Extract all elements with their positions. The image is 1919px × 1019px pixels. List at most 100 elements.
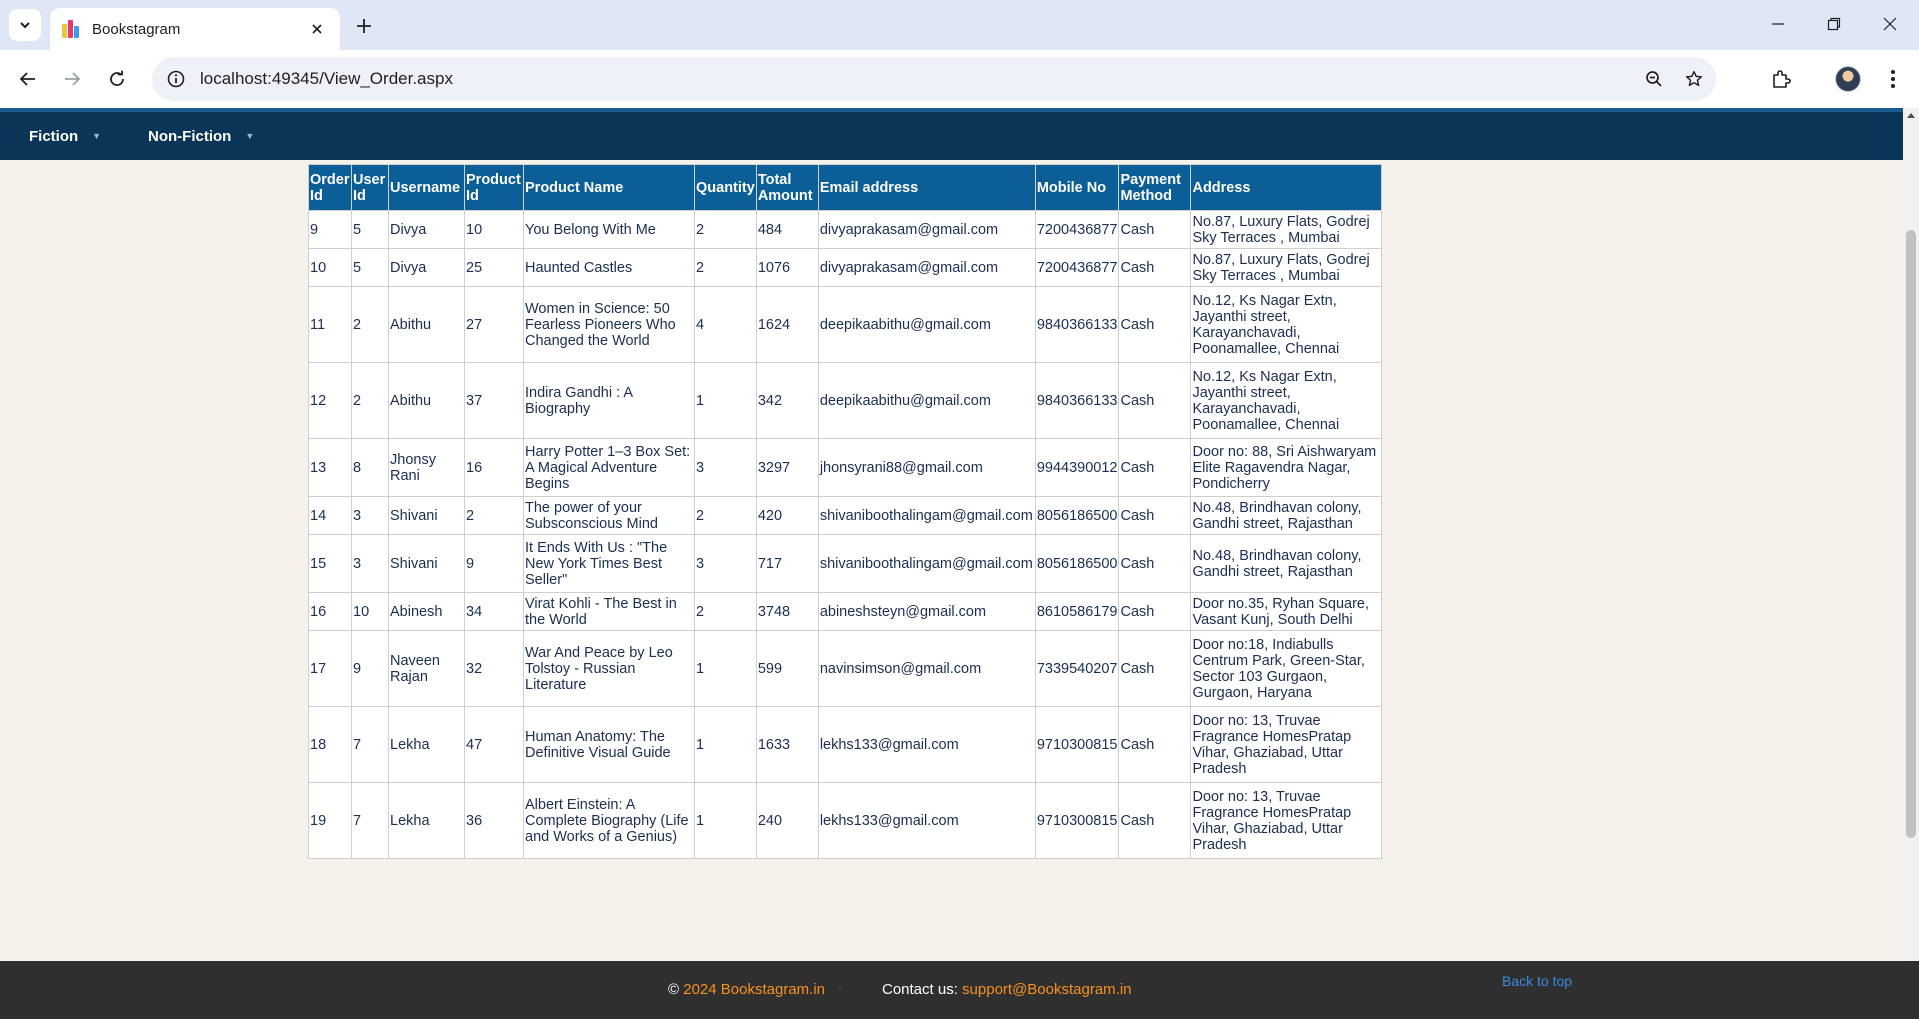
contact-label: Contact us: xyxy=(882,981,958,998)
column-header: Username xyxy=(388,164,465,211)
table-cell: 9 xyxy=(308,210,352,249)
table-cell: War And Peace by Leo Tolstoy - Russian L… xyxy=(523,630,695,707)
table-row[interactable]: 10 5 Divya 25 Haunted Castles 2 1076 divyapraka… xyxy=(308,248,1383,287)
close-window-button[interactable] xyxy=(1867,8,1913,40)
table-cell: 10 xyxy=(464,210,524,249)
bookmark-button[interactable] xyxy=(1676,61,1712,97)
table-cell: 3 xyxy=(694,438,757,497)
scrollbar-thumb[interactable] xyxy=(1906,230,1916,838)
table-row[interactable]: 9 5 Divya 10 You Belong With Me 2 484 divyaprak… xyxy=(308,210,1383,249)
table-cell: Door no: 88, Sri Aishwaryam Elite Ragave… xyxy=(1190,438,1383,497)
more-vertical-icon xyxy=(1891,70,1895,88)
table-cell: 2 xyxy=(694,248,757,287)
table-cell: 9944390012 xyxy=(1034,438,1120,497)
copyright-text[interactable]: 2024 Bookstagram.in xyxy=(683,981,825,998)
table-cell: 3 xyxy=(694,534,757,593)
table-row[interactable]: 16 10 Abinesh 34 Virat Kohli - The Best in t… xyxy=(308,592,1383,631)
table-row[interactable]: 15 3 Shivani 9 It Ends With Us : "The New Yo… xyxy=(308,534,1383,593)
table-cell: 10 xyxy=(351,592,389,631)
arrow-right-icon xyxy=(65,72,81,86)
url-text[interactable]: localhost:49345/View_Order.aspx xyxy=(200,69,1636,89)
reload-button[interactable] xyxy=(101,63,133,95)
table-cell: Naveen Rajan xyxy=(388,630,465,707)
menu-item-fiction[interactable]: Fiction ▼ xyxy=(29,112,101,160)
table-cell: 2 xyxy=(694,210,757,249)
table-cell: 18 xyxy=(308,706,352,783)
table-cell: No.48, Brindhavan colony, Gandhi street,… xyxy=(1190,534,1383,593)
zoom-button[interactable] xyxy=(1636,61,1672,97)
table-cell: 8056186500 xyxy=(1034,534,1120,593)
table-cell: Cash xyxy=(1118,782,1192,859)
table-cell: 9710300815 xyxy=(1034,706,1120,783)
address-bar[interactable]: localhost:49345/View_Order.aspx xyxy=(152,57,1716,101)
table-cell: 3 xyxy=(351,534,389,593)
browser-tabstrip: Bookstagram xyxy=(0,0,1919,50)
tab-title: Bookstagram xyxy=(92,20,181,38)
table-cell: 3748 xyxy=(755,592,819,631)
table-cell: 47 xyxy=(464,706,524,783)
table-cell: Shivani xyxy=(388,496,465,535)
arrow-left-icon xyxy=(19,72,35,86)
column-header: Product Id xyxy=(464,164,524,211)
table-cell: Divya xyxy=(388,248,465,287)
table-cell: Haunted Castles xyxy=(523,248,695,287)
table-cell: No.48, Brindhavan colony, Gandhi street,… xyxy=(1190,496,1383,535)
table-cell: No.12, Ks Nagar Extn, Jayanthi street, K… xyxy=(1190,286,1383,363)
table-row[interactable]: 14 3 Shivani 2 The power of your Subsconscio… xyxy=(308,496,1383,535)
column-header: Payment Method xyxy=(1118,164,1192,211)
table-row[interactable]: 11 2 Abithu 27 Women in Science: 50 Fearless… xyxy=(308,286,1383,363)
table-cell: Cash xyxy=(1118,286,1192,363)
table-cell: Women in Science: 50 Fearless Pioneers W… xyxy=(523,286,695,363)
table-cell: shivaniboothalingam@gmail.com xyxy=(817,534,1036,593)
minimize-button[interactable] xyxy=(1755,8,1801,40)
table-cell: Indira Gandhi : A Biography xyxy=(523,362,695,439)
table-cell: lekhs133@gmail.com xyxy=(817,782,1036,859)
column-header: Product Name xyxy=(523,164,695,211)
table-row[interactable]: 19 7 Lekha 36 Albert Einstein: A Complete Bi… xyxy=(308,782,1383,859)
page-scrollbar[interactable] xyxy=(1903,108,1919,961)
table-row[interactable]: 12 2 Abithu 37 Indira Gandhi : A Biography 1 3… xyxy=(308,362,1383,439)
table-cell: jhonsyrani88@gmail.com xyxy=(817,438,1036,497)
caret-down-icon: ▼ xyxy=(245,131,255,141)
table-cell: 25 xyxy=(464,248,524,287)
extensions-button[interactable] xyxy=(1765,63,1797,95)
restore-button[interactable] xyxy=(1811,8,1857,40)
table-row[interactable]: 13 8 Jhonsy Rani 16 Harry Potter 1–3 Box Set… xyxy=(308,438,1383,497)
back-to-top-link[interactable]: Back to top xyxy=(1502,973,1572,989)
table-cell: 17 xyxy=(308,630,352,707)
tab-search-button[interactable] xyxy=(9,9,41,41)
table-cell: Cash xyxy=(1118,706,1192,783)
table-cell: 2 xyxy=(694,592,757,631)
table-cell: deepikaabithu@gmail.com xyxy=(817,286,1036,363)
browser-tab-active[interactable]: Bookstagram xyxy=(50,8,340,50)
column-header: User Id xyxy=(351,164,389,211)
menu-item-non-fiction[interactable]: Non-Fiction ▼ xyxy=(148,112,254,160)
table-cell: 9840366133 xyxy=(1034,362,1120,439)
back-button[interactable] xyxy=(12,63,44,95)
profile-button[interactable] xyxy=(1832,63,1864,95)
tab-close-button[interactable] xyxy=(306,18,328,40)
table-cell: 7 xyxy=(351,782,389,859)
table-cell: 599 xyxy=(755,630,819,707)
table-cell: 1 xyxy=(694,630,757,707)
table-cell: Door no: 13, Truvae Fragrance HomesPrata… xyxy=(1190,706,1383,783)
table-cell: 342 xyxy=(755,362,819,439)
table-cell: Cash xyxy=(1118,438,1192,497)
table-cell: 7200436877 xyxy=(1034,210,1120,249)
site-info-button[interactable] xyxy=(156,59,196,99)
reload-icon xyxy=(110,70,124,86)
table-cell: Door no:18, Indiabulls Centrum Park, Gre… xyxy=(1190,630,1383,707)
table-row[interactable]: 18 7 Lekha 47 Human Anatomy: The Definitive … xyxy=(308,706,1383,783)
table-cell: Cash xyxy=(1118,362,1192,439)
browser-menu-button[interactable] xyxy=(1877,63,1909,95)
table-cell: Cash xyxy=(1118,630,1192,707)
table-row[interactable]: 17 9 Naveen Rajan 32 War And Peace by Leo To… xyxy=(308,630,1383,707)
table-cell: Divya xyxy=(388,210,465,249)
contact-email-link[interactable]: support@Bookstagram.in xyxy=(962,981,1131,998)
forward-button[interactable] xyxy=(56,63,88,95)
new-tab-button[interactable] xyxy=(350,12,378,40)
table-cell: divyaprakasam@gmail.com xyxy=(817,248,1036,287)
scroll-up-arrow-icon[interactable] xyxy=(1907,113,1915,118)
table-cell: 32 xyxy=(464,630,524,707)
table-cell: 717 xyxy=(755,534,819,593)
